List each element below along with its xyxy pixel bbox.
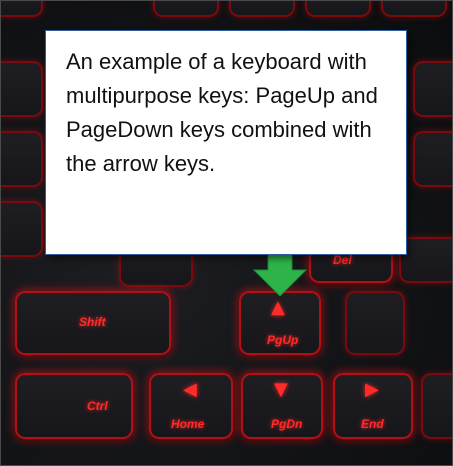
key-home-label: Home: [171, 417, 205, 431]
up-arrow-icon: ▲: [271, 297, 285, 318]
key-left-2: [1, 131, 43, 187]
key-top-4: [305, 1, 371, 17]
key-pgdn: ▼ PgDn: [241, 373, 323, 439]
down-arrow-key-icon: ▼: [274, 379, 288, 400]
key-ctrl: Ctrl: [15, 373, 133, 439]
key-right-1: [413, 61, 452, 117]
key-del-label: Del: [333, 253, 352, 267]
key-bottom-edge: [421, 373, 452, 439]
key-row4-3: [399, 237, 452, 283]
key-top-3: [229, 1, 295, 17]
key-right-2: [413, 131, 452, 187]
key-top-2: [153, 1, 219, 17]
key-top-5: [381, 1, 447, 17]
right-arrow-icon: ▶: [365, 379, 379, 400]
caption-text: An example of a keyboard with multipurpo…: [66, 49, 378, 176]
key-end: ▶ End: [333, 373, 413, 439]
key-pgup-label: PgUp: [267, 333, 299, 347]
key-left-3: [1, 201, 43, 257]
key-left-1: [1, 61, 43, 117]
key-top-1: [1, 1, 43, 17]
key-right-edge: [345, 291, 405, 355]
image-frame: Del Shift ▲ PgUp Ctrl ◀ Home ▼ PgDn ▶ En…: [0, 0, 453, 466]
down-arrow-icon: [252, 252, 308, 296]
key-end-label: End: [361, 417, 384, 431]
key-shift: Shift: [15, 291, 171, 355]
key-pgdn-label: PgDn: [271, 417, 303, 431]
left-arrow-icon: ◀: [183, 379, 197, 400]
key-pgup: ▲ PgUp: [239, 291, 321, 355]
key-shift-label: Shift: [79, 315, 106, 329]
caption-callout: An example of a keyboard with multipurpo…: [45, 30, 407, 255]
key-home: ◀ Home: [149, 373, 233, 439]
key-ctrl-label: Ctrl: [87, 399, 108, 413]
